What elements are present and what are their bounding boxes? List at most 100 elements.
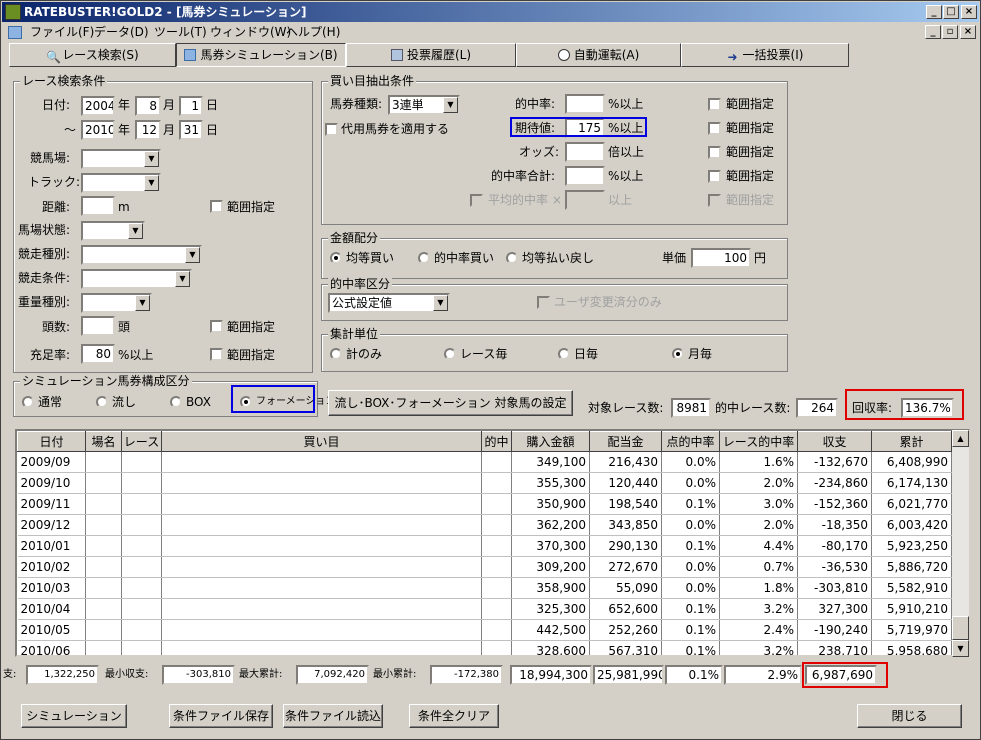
menu-file[interactable]: ファイル(F) [30,23,94,42]
expect-range-checkbox[interactable] [708,122,721,135]
avg-hit-checkbox[interactable] [470,194,483,207]
equal-payout-radio[interactable] [506,252,518,264]
tab-vote-history[interactable]: 投票履歴(L) [346,43,516,67]
distance-field[interactable] [81,196,115,216]
per-day-label: 日毎 [574,347,599,361]
save-conditions-button[interactable]: 条件ファイル保存 [169,704,273,728]
tab-race-search[interactable]: 🔍レース検索(S) [9,43,176,67]
race-type-select[interactable]: ▼ [81,245,202,265]
table-row[interactable]: 2009/12 362,200 343,850 0.0% 2.0% -18,350 6,00… [17,514,952,536]
clear-conditions-button[interactable]: 条件全クリア [409,704,499,728]
per-race-radio[interactable] [444,348,456,360]
fill-rate-field[interactable]: 80 [81,344,115,364]
simulate-button[interactable]: シミュレーション [21,704,127,728]
to-day-field[interactable]: 31 [179,120,203,140]
scroll-thumb[interactable] [952,616,969,640]
to-year-field[interactable]: 2010 [81,120,115,140]
menu-help[interactable]: ヘルプ(H) [286,23,340,42]
from-year-field[interactable]: 2004 [81,96,115,116]
heads-field[interactable] [81,316,115,336]
column-header[interactable]: 収支 [797,431,872,452]
from-month-field[interactable]: 8 [135,96,161,116]
close-button[interactable]: 閉じる [857,704,962,728]
normal-radio[interactable] [22,396,34,408]
table-scrollbar[interactable]: ▲ ▼ [952,430,969,657]
tab-bet-simulation[interactable]: 馬券シミュレーション(B) [176,43,346,67]
load-conditions-button[interactable]: 条件ファイル読込 [283,704,383,728]
condition-select[interactable]: ▼ [81,221,145,241]
hit-total-field[interactable] [565,166,605,186]
from-day-field[interactable]: 1 [179,96,203,116]
table-row[interactable]: 2009/11 350,900 198,540 0.1% 3.0% -152,360 6,0… [17,493,952,515]
unit-price-field[interactable]: 100 [691,248,751,268]
table-row[interactable]: 2010/06 328,600 567,310 0.1% 3.2% 238,710 5,95… [17,640,952,655]
menu-window[interactable]: ウィンドウ(W) [210,23,291,42]
maximize-button[interactable]: □ [943,5,959,19]
bet-type-select[interactable]: 3連単 ▼ [388,95,460,115]
nagashi-radio[interactable] [96,396,108,408]
table-row[interactable]: 2010/03 358,900 55,090 0.0% 1.8% -303,810 5,58… [17,577,952,599]
minimize-button[interactable]: _ [926,5,942,19]
table-row[interactable]: 2010/04 325,300 652,600 0.1% 3.2% 327,300 5,91… [17,598,952,620]
avg-range-checkbox[interactable] [708,194,721,207]
hit-total-range-checkbox[interactable] [708,170,721,183]
menu-data[interactable]: データ(D) [94,23,149,42]
table-cell: 2010/04 [17,598,86,620]
substitute-checkbox[interactable] [325,123,338,136]
track-select[interactable]: ▼ [81,173,161,193]
heads-unit: 頭 [118,320,131,334]
total-only-radio[interactable] [330,348,342,360]
column-header[interactable]: 点的中率 [661,431,720,452]
column-header[interactable]: 累計 [871,431,952,452]
column-header[interactable]: レース的中率 [719,431,798,452]
app-icon [5,4,21,20]
heads-range-checkbox[interactable] [210,320,223,333]
table-cell: -18,350 [797,514,872,536]
race-condition-select[interactable]: ▼ [81,269,192,289]
table-row[interactable]: 2009/10 355,300 120,440 0.0% 2.0% -234,860 6,1… [17,472,952,494]
column-header[interactable]: 的中 [481,431,512,452]
tab-bulk-vote[interactable]: ➜ 一括投票(I) [681,43,849,67]
target-horse-settings-button[interactable]: 流し･BOX･フォーメーション 対象馬の設定 [328,390,573,416]
scroll-down-icon[interactable]: ▼ [952,640,969,657]
column-header[interactable]: 日付 [17,431,86,452]
column-header[interactable]: 場名 [85,431,122,452]
table-row[interactable]: 2010/05 442,500 252,260 0.1% 2.4% -190,240 5,7… [17,619,952,641]
distance-range-checkbox[interactable] [210,200,223,213]
user-only-checkbox[interactable] [537,296,550,309]
tab-auto-run[interactable]: 自動運転(A) [516,43,681,67]
per-day-radio[interactable] [558,348,570,360]
table-row[interactable]: 2009/09 349,100 216,430 0.0% 1.6% -132,670 6,4… [17,451,952,473]
box-radio[interactable] [170,396,182,408]
equal-buy-radio[interactable] [330,252,342,264]
close-window-button[interactable]: × [961,5,977,19]
to-month-field[interactable]: 12 [135,120,161,140]
odds-field[interactable] [565,142,605,162]
chevron-down-icon: ▼ [144,175,159,191]
column-header[interactable]: 配当金 [589,431,662,452]
menu-tools[interactable]: ツール(T) [154,23,207,42]
table-cell [481,493,512,515]
venue-select[interactable]: ▼ [81,149,161,169]
hit-rate-buy-radio[interactable] [418,252,430,264]
column-header[interactable]: 買い目 [161,431,482,452]
mdi-minimize-button[interactable]: _ [925,25,941,39]
weight-type-select[interactable]: ▼ [81,293,152,313]
avg-hit-field[interactable] [565,190,605,210]
table-cell: 309,200 [511,556,590,578]
table-row[interactable]: 2010/01 370,300 290,130 0.1% 4.4% -80,170 5,92… [17,535,952,557]
odds-range-checkbox[interactable] [708,146,721,159]
mdi-restore-button[interactable]: ▫ [942,25,958,39]
table-row[interactable]: 2010/02 309,200 272,670 0.0% 0.7% -36,530 5,88… [17,556,952,578]
column-header[interactable]: レース [121,431,162,452]
fill-range-checkbox[interactable] [210,348,223,361]
results-table[interactable]: 日付 場名 レース 買い目 的中 購入金額 配当金 点的中率 レース的中率 収支 累計 2009/0… [15,429,970,657]
hit-class-select[interactable]: 公式設定値 ▼ [328,293,450,313]
column-header[interactable]: 購入金額 [511,431,590,452]
mdi-close-button[interactable]: × [960,25,976,39]
hit-range-checkbox[interactable] [708,98,721,111]
table-cell [85,451,122,473]
per-month-radio[interactable] [672,348,684,360]
scroll-up-icon[interactable]: ▲ [952,430,969,447]
hit-rate-field[interactable] [565,94,605,114]
